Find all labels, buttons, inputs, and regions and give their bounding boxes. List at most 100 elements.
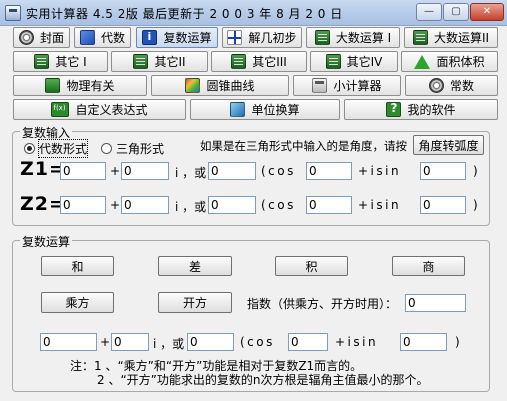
tab-other-1[interactable]: 其它 I [13,51,108,72]
board-icon [314,30,330,45]
swirl-icon [18,30,34,45]
axes-icon [227,30,243,45]
tab-other-2[interactable]: 其它II [111,51,208,72]
tab-complex[interactable]: 复数运算 [136,27,218,48]
close-button[interactable]: ✕ [470,3,504,21]
cube-icon [230,102,246,117]
result-modulus-output[interactable]: 0 [187,333,234,351]
cos-label: (cos [240,335,275,349]
i-or-label: i ，或 [153,337,185,351]
fx-icon [51,102,70,117]
z1-sin-input[interactable]: 0 [420,162,466,180]
plus-sign: + [110,198,121,212]
result-cos-output[interactable]: 0 [288,333,328,351]
z2-sin-input[interactable]: 0 [420,196,466,214]
z2-modulus-input[interactable]: 0 [208,196,256,214]
tab-cover[interactable]: 封面 [13,27,70,48]
tab-bignum-2[interactable]: 大数运算II [404,27,498,48]
radio-algebraic-label[interactable]: 代数形式 [37,139,89,158]
z1-real-input[interactable]: 0 [60,162,106,180]
subtract-button[interactable]: 差 [158,256,232,276]
power-button[interactable]: 乘方 [41,292,114,313]
tab-area-volume[interactable]: 面积体积 [401,51,498,72]
board-icon [412,30,428,45]
tab-label: 大数运算 I [335,31,392,45]
complex-input-title: 复数输入 [20,124,73,141]
divide-button[interactable]: 商 [392,256,465,276]
complex-operations-title: 复数运算 [20,233,73,250]
title-bar: 实用计算器 4.5 2版 最后更新于 2 0 0 3 年 8 月 2 0 日 —… [0,0,507,26]
tab-label: 小计算器 [333,79,382,93]
tab-label: 自定义表达式 [75,103,148,117]
result-real-output[interactable]: 0 [40,333,97,351]
tab-label: 其它IV [346,55,383,69]
minimize-button[interactable]: — [416,3,442,21]
close-paren: ) [473,164,478,178]
board-icon [231,54,247,69]
cube-icon [79,30,95,45]
tab-label: 单位换算 [251,103,300,117]
tab-unit-conversion[interactable]: 单位换算 [190,99,340,120]
z2-cos-input[interactable]: 0 [306,196,352,214]
radio-algebraic[interactable] [24,143,35,154]
i-or-label: i ，或 [175,200,207,214]
note-line-2: 2 、“开方”功能求出的复数的n次方根是辐角主值最小的那个。 [97,373,429,387]
tab-label: 复数运算 [163,31,212,45]
z2-real-input[interactable]: 0 [60,196,106,214]
rainbow-icon [185,78,201,93]
tab-other-4[interactable]: 其它IV [310,51,398,72]
degree-hint: 如果是在三角形式中输入的是角度，请按 [200,139,407,153]
info-icon [142,30,158,45]
board-icon [325,54,341,69]
plus-sign: + [110,164,121,178]
window-title: 实用计算器 4.5 2版 最后更新于 2 0 0 3 年 8 月 2 0 日 [26,7,343,21]
multiply-button[interactable]: 积 [275,256,348,276]
isin-label: +isin [335,335,379,349]
tab-label: 常数 [449,79,474,93]
tab-other-3[interactable]: 其它III [211,51,307,72]
tab-custom-expression[interactable]: 自定义表达式 [13,99,186,120]
radio-trigonometric-label[interactable]: 三角形式 [116,140,164,157]
exponent-input[interactable]: 0 [405,294,466,312]
tab-bignum-1[interactable]: 大数运算 I [306,27,400,48]
tab-label: 解几初步 [248,31,297,45]
result-sin-output[interactable]: 0 [400,333,447,351]
question-icon [386,101,402,117]
tab-conic-sections[interactable]: 圆锥曲线 [151,75,289,96]
triangle-icon [414,54,431,69]
degree-to-radian-button[interactable]: 角度转弧度 [413,135,484,155]
root-button[interactable]: 开方 [158,292,232,313]
tab-mini-calculator[interactable]: 小计算器 [293,75,401,96]
maximize-button[interactable]: ▢ [443,3,469,21]
exponent-label: 指数（供乘方、开方时用）： [247,297,398,311]
tab-label: 其它II [154,55,186,69]
tab-label: 代数 [100,31,125,45]
isin-label: +isin [358,164,402,178]
tab-label: 大数运算II [433,31,490,45]
add-button[interactable]: 和 [41,256,114,276]
tab-my-software[interactable]: 我的软件 [344,99,498,120]
tab-label: 圆锥曲线 [206,79,255,93]
tab-constants[interactable]: 常数 [405,75,498,96]
tab-algebra[interactable]: 代数 [74,27,131,48]
close-paren: ) [473,198,478,212]
radio-trigonometric[interactable] [101,143,112,154]
z1-modulus-input[interactable]: 0 [208,162,256,180]
tab-analytic-geometry[interactable]: 解几初步 [222,27,302,48]
board-icon [133,54,149,69]
z1-cos-input[interactable]: 0 [306,162,352,180]
tab-physics[interactable]: 物理有关 [13,75,147,96]
tab-label: 物理有关 [66,79,115,93]
isin-label: +isin [358,198,402,212]
tab-label: 封面 [39,31,64,45]
app-icon [5,5,21,21]
z1-imag-input[interactable]: 0 [121,162,169,180]
i-or-label: i ，或 [175,166,207,180]
plus-sign: + [100,335,111,349]
z2-imag-input[interactable]: 0 [121,196,169,214]
swirl-icon [428,78,444,93]
tab-label: 面积体积 [436,55,485,69]
cos-label: (cos [261,164,296,178]
tab-label: 其它 I [55,55,87,69]
result-imag-output[interactable]: 0 [111,333,149,351]
